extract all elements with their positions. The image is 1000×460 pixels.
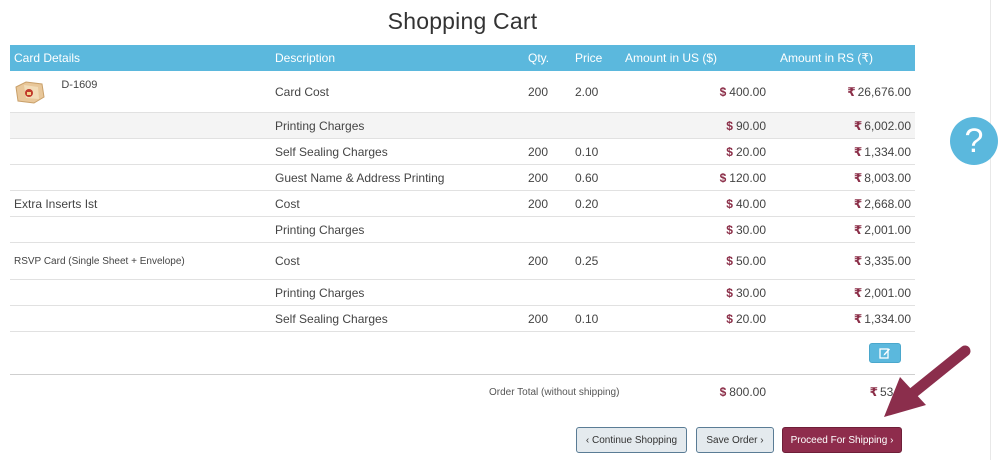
amount-rs-cell: ₹6,002.00 [853, 118, 911, 133]
card-details-cell: D-1609 [10, 79, 271, 105]
order-total-us: $800.00 [719, 385, 766, 399]
table-row: Printing Charges $30.00 ₹2,001.00 [10, 280, 915, 306]
price-cell: 0.60 [575, 170, 599, 185]
amount-rs-cell: ₹2,001.00 [853, 222, 911, 237]
description-cell: Printing Charges [275, 118, 365, 133]
qty-cell: 200 [528, 254, 549, 268]
description-cell: Cost [275, 254, 300, 268]
description-cell: Guest Name & Address Printing [275, 170, 445, 185]
amount-rs-cell: ₹1,334.00 [853, 144, 911, 159]
amount-us-cell: $50.00 [726, 254, 766, 268]
table-row: Self Sealing Charges 200 0.10 $20.00 ₹1,… [10, 139, 915, 165]
amount-rs-cell: ₹8,003.00 [853, 170, 911, 185]
description-cell: Printing Charges [275, 285, 365, 300]
table-row: RSVP Card (Single Sheet + Envelope) Cost… [10, 243, 915, 280]
card-code: D-1609 [61, 78, 98, 91]
amount-rs-cell: ₹2,001.00 [853, 285, 911, 300]
table-row: Guest Name & Address Printing 200 0.60 $… [10, 165, 915, 191]
continue-shopping-button[interactable]: ‹ Continue Shopping [576, 427, 687, 453]
amount-us-cell: $30.00 [726, 222, 766, 237]
qty-cell: 200 [528, 311, 549, 326]
amount-us-cell: $400.00 [719, 84, 766, 99]
description-cell: Cost [275, 196, 300, 211]
amount-rs-cell: ₹26,676.00 [847, 84, 911, 99]
card-thumbnail[interactable] [14, 79, 46, 105]
qty-cell: 200 [528, 196, 549, 211]
help-glyph: ? [964, 121, 984, 160]
amount-us-cell: $40.00 [726, 196, 766, 211]
description-cell: Self Sealing Charges [275, 311, 388, 326]
proceed-shipping-button[interactable]: Proceed For Shipping › [782, 427, 902, 453]
page-edge-divider [990, 0, 991, 460]
table-row: Printing Charges $30.00 ₹2,001.00 [10, 217, 915, 243]
price-cell: 0.10 [575, 144, 599, 159]
amount-us-cell: $20.00 [726, 144, 766, 159]
table-header: Card Details Description Qty. Price Amou… [10, 45, 915, 71]
page-title: Shopping Cart [387, 8, 538, 34]
price-cell: 0.20 [575, 196, 599, 211]
table-row: D-1609 Card Cost 200 2.00 $400.00 ₹26,67… [10, 71, 915, 113]
col-price: Price [575, 51, 603, 65]
order-total-label: Order Total (without shipping) [489, 387, 620, 398]
description-cell: Self Sealing Charges [275, 144, 388, 159]
card-details-cell: Extra Inserts Ist [14, 196, 98, 211]
table-row: Extra Inserts Ist Cost 200 0.20 $40.00 ₹… [10, 191, 915, 217]
amount-rs-cell: ₹3,335.00 [853, 254, 911, 268]
qty-cell: 200 [528, 84, 549, 99]
amount-us-cell: $120.00 [719, 170, 766, 185]
table-row: Self Sealing Charges 200 0.10 $20.00 ₹1,… [10, 306, 915, 332]
save-order-button[interactable]: Save Order › [696, 427, 774, 453]
price-cell: 2.00 [575, 84, 599, 99]
col-description: Description [275, 51, 336, 65]
amount-us-cell: $30.00 [726, 285, 766, 300]
card-details-cell: RSVP Card (Single Sheet + Envelope) [14, 255, 185, 267]
total-divider [10, 374, 915, 375]
cart-table: Card Details Description Qty. Price Amou… [10, 45, 915, 332]
qty-cell: 200 [528, 144, 549, 159]
qty-cell: 200 [528, 170, 549, 185]
help-icon[interactable]: ? [950, 117, 998, 165]
amount-rs-cell: ₹1,334.00 [853, 311, 911, 326]
price-cell: 0.10 [575, 311, 599, 326]
col-amount-rs: Amount in RS (₹) [780, 51, 873, 65]
description-cell: Printing Charges [275, 222, 365, 237]
amount-us-cell: $90.00 [726, 118, 766, 133]
price-cell: 0.25 [575, 254, 599, 268]
description-cell: Card Cost [275, 84, 330, 99]
table-row: Printing Charges $90.00 ₹6,002.00 [10, 113, 915, 139]
col-qty: Qty. [528, 51, 550, 65]
pointer-arrow [884, 345, 971, 417]
amount-us-cell: $20.00 [726, 311, 766, 326]
amount-rs-cell: ₹2,668.00 [853, 196, 911, 211]
col-amount-us: Amount in US ($) [625, 51, 718, 65]
col-card-details: Card Details [14, 51, 81, 65]
